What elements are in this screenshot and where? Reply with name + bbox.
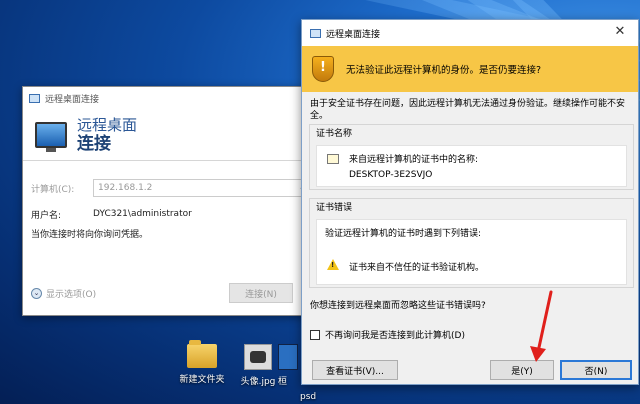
cert-name-text: 来自远程计算机的证书中的名称: [349, 155, 479, 165]
cert-title: 远程桌面连接 [326, 29, 381, 40]
chevron-down-circle-icon: ⌄ [31, 287, 42, 299]
desktop-icon-new-folder[interactable]: 新建文件夹 [176, 340, 228, 385]
desktop-icon-label: 桓 [278, 377, 288, 387]
desktop-icon-label: 新建文件夹 [179, 375, 225, 385]
certificate-warning-dialog: 远程桌面连接 ✕ ! 无法验证此远程计算机的身份。是否仍要连接? 由于安全证书存… [301, 19, 639, 385]
rdc-footer: ⌄ 显示选项(O) 连接(N) [31, 283, 319, 303]
description-text: 由于安全证书存在问题，因此远程计算机无法通过身份验证。继续操作可能不安全。 [310, 99, 626, 121]
warning-text: 无法验证此远程计算机的身份。是否仍要连接? [346, 65, 542, 76]
computer-combobox[interactable]: 192.168.1.2 ⌄ [93, 179, 311, 197]
view-certificate-button[interactable]: 查看证书(V)... [312, 360, 398, 380]
file-icon [278, 344, 298, 370]
checkbox-icon[interactable] [310, 329, 320, 340]
desktop-icon-psd-label: psd [300, 392, 317, 402]
cert-error-item: 证书来自不信任的证书验证机构。 [349, 263, 485, 273]
banner-subtitle: 连接 [77, 133, 111, 154]
desktop-icon-partial[interactable]: 桓 [278, 344, 302, 387]
user-row: 用户名: DYC321\administrator [31, 203, 311, 225]
folder-icon [187, 340, 217, 368]
cert-error-group-title: 证书错误 [316, 203, 353, 213]
warning-bar: ! 无法验证此远程计算机的身份。是否仍要连接? [302, 46, 638, 92]
cert-titlebar[interactable]: 远程桌面连接 ✕ [302, 20, 638, 46]
rdc-titlebar[interactable]: 远程桌面连接 [23, 87, 319, 109]
cert-name-value: DESKTOP-3E2SVJO [349, 170, 433, 180]
computer-label: 计算机(C): [31, 184, 75, 195]
cert-name-group: 证书名称 来自远程计算机的证书中的名称: DESKTOP-3E2SVJO [309, 124, 634, 190]
no-button[interactable]: 否(N) [560, 360, 632, 380]
show-options-toggle[interactable]: ⌄ 显示选项(O) [31, 287, 96, 300]
question-text: 你想连接到远程桌面而忽略这些证书错误吗? [310, 301, 486, 311]
banner-title: 远程桌面 [77, 115, 138, 134]
cert-error-text: 验证远程计算机的证书时遇到下列错误: [325, 229, 482, 239]
cert-error-panel: 验证远程计算机的证书时遇到下列错误: 证书来自不信任的证书验证机构。 [316, 219, 627, 285]
app-icon [310, 28, 321, 38]
credentials-hint: 当你连接时将向你询问凭据。 [31, 230, 149, 240]
user-label: 用户名: [31, 210, 62, 221]
show-options-label: 显示选项(O) [46, 289, 97, 300]
dont-ask-again-checkbox[interactable]: 不再询问我是否连接到此计算机(D) [310, 328, 465, 341]
close-icon[interactable]: ✕ [612, 24, 628, 40]
button-row: 查看证书(V)... 是(Y) 否(N) [302, 360, 638, 380]
desktop-icon-avatar-jpg[interactable]: 头像.jpg [232, 344, 284, 387]
monitor-icon [35, 121, 67, 152]
certificate-icon [327, 154, 339, 164]
dont-ask-label: 不再询问我是否连接到此计算机(D) [325, 331, 465, 341]
cert-error-group: 证书错误 验证远程计算机的证书时遇到下列错误: 证书来自不信任的证书验证机构。 [309, 198, 634, 288]
shield-warning-icon: ! [312, 56, 334, 82]
rdc-title: 远程桌面连接 [45, 94, 100, 105]
yes-button[interactable]: 是(Y) [490, 360, 554, 380]
app-icon [29, 93, 40, 103]
warning-triangle-icon [327, 259, 339, 270]
image-file-icon [244, 344, 272, 370]
rdc-banner: 远程桌面 连接 [23, 109, 319, 161]
user-value: DYC321\administrator [93, 209, 192, 219]
computer-row: 计算机(C): 192.168.1.2 ⌄ [31, 177, 311, 199]
cert-name-group-title: 证书名称 [316, 129, 353, 139]
remote-desktop-dialog: 远程桌面连接 远程桌面 连接 计算机(C): 192.168.1.2 ⌄ 用户名… [22, 86, 320, 316]
desktop-icon-label: 头像.jpg [240, 377, 276, 387]
connect-button[interactable]: 连接(N) [229, 283, 293, 303]
computer-value: 192.168.1.2 [98, 183, 153, 193]
cert-name-panel: 来自远程计算机的证书中的名称: DESKTOP-3E2SVJO [316, 145, 627, 187]
